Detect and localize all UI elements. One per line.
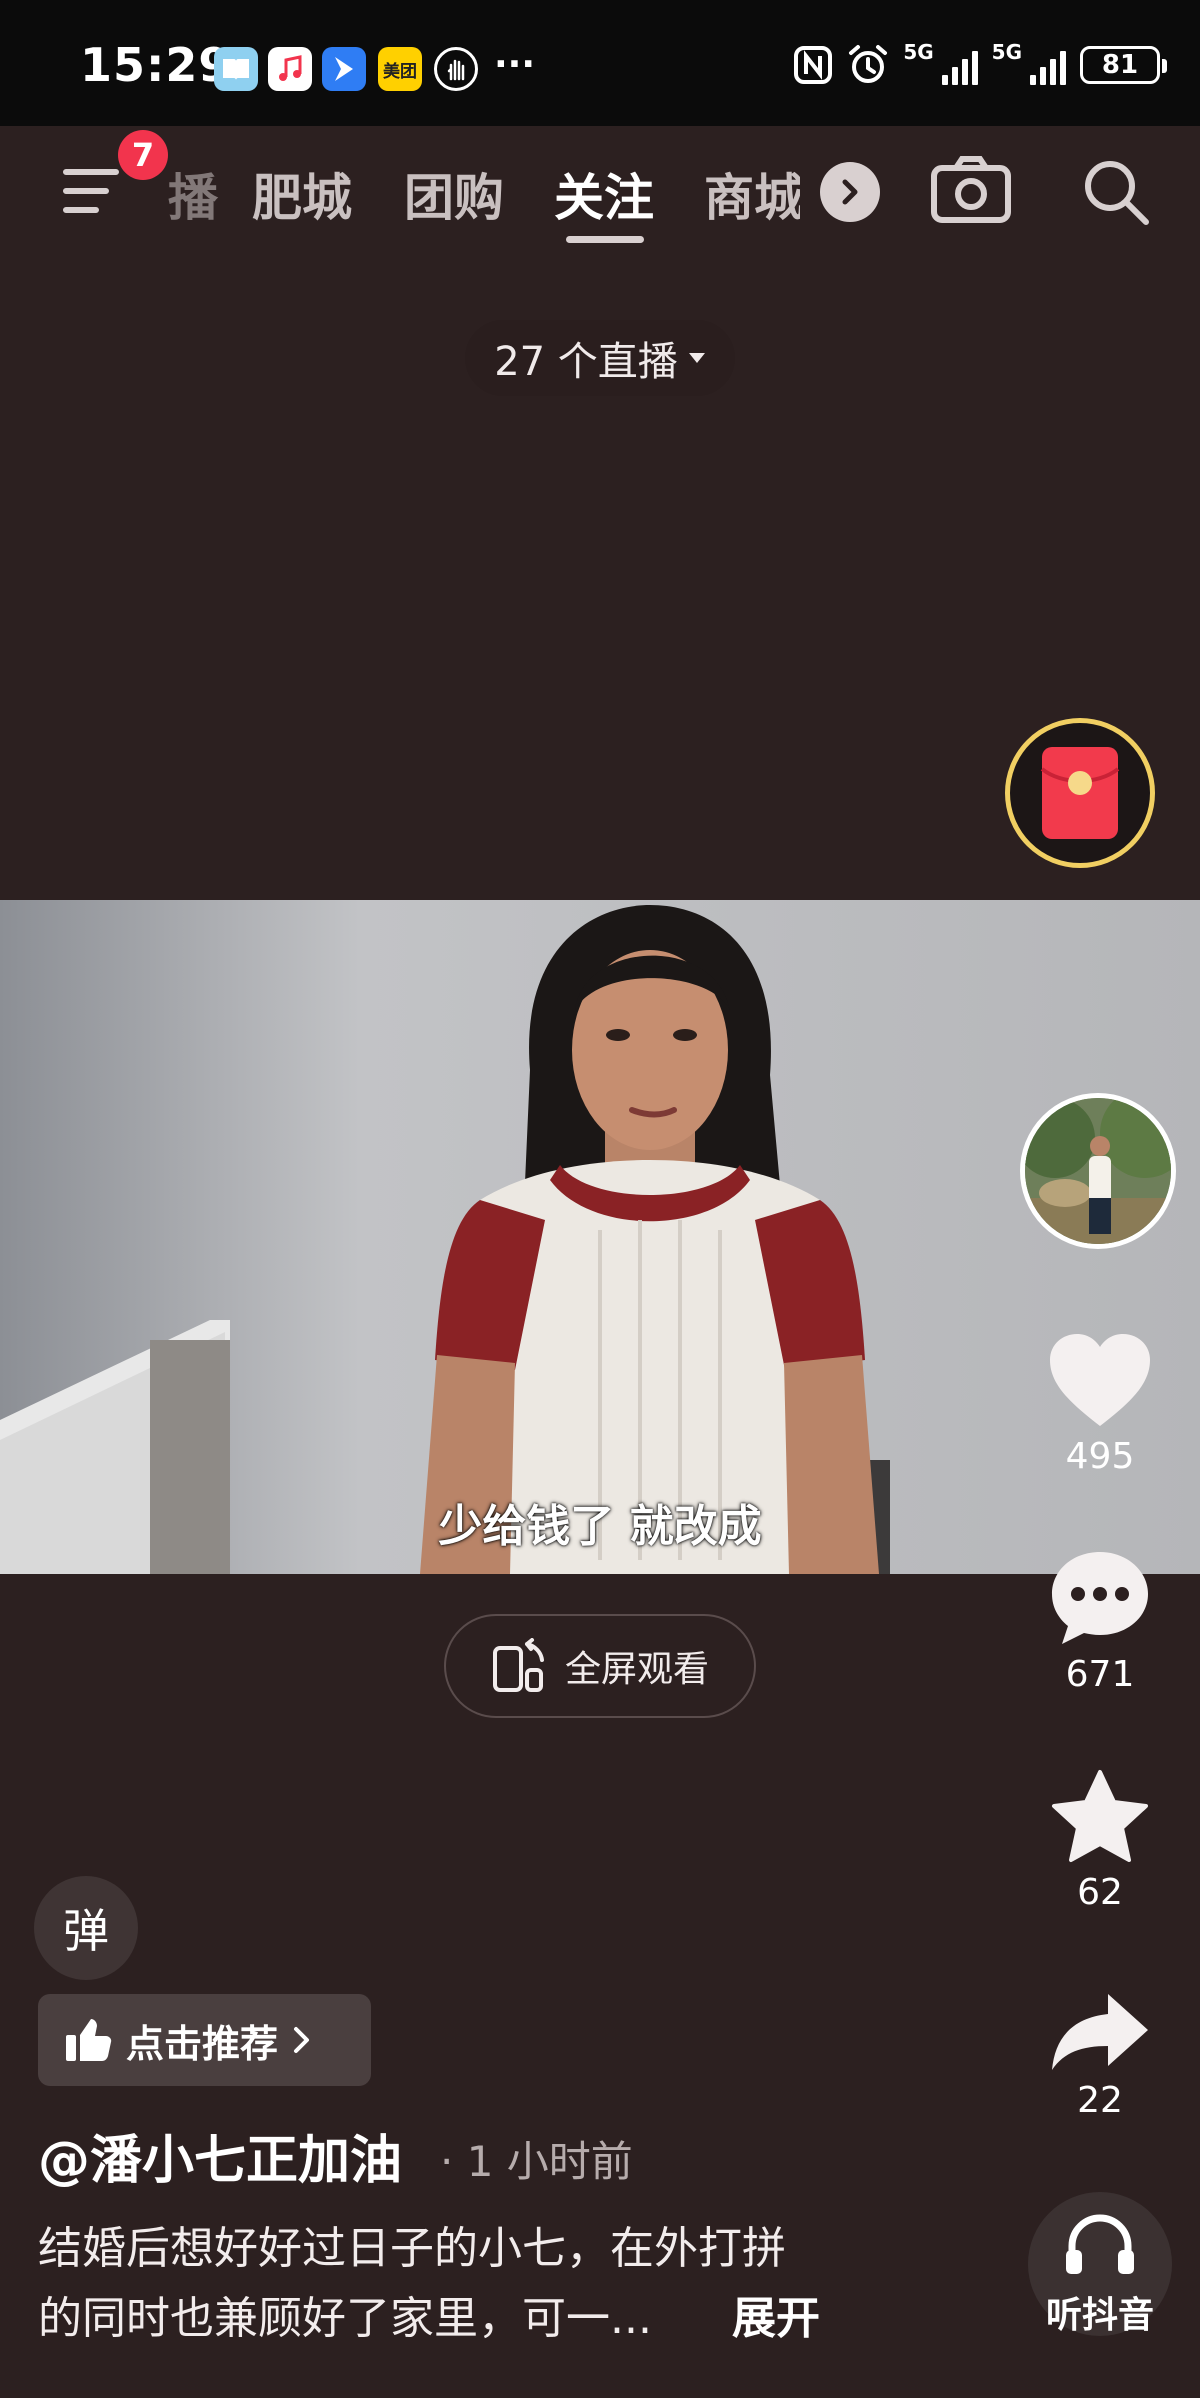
tab-mall[interactable]: 商城 <box>704 158 800 230</box>
share-button[interactable]: 22 <box>1040 1990 1160 2121</box>
live-count-button[interactable]: 27 个直播 <box>465 320 735 396</box>
post-description-line1: 结婚后想好好过日子的小七，在外打拼 <box>38 2223 786 2274</box>
dropdown-caret-icon <box>688 353 705 363</box>
alarm-icon <box>849 45 888 83</box>
nfc-icon <box>794 46 833 84</box>
signal-1-icon <box>941 45 978 85</box>
chevron-right-icon <box>294 2027 310 2053</box>
signal-2-icon <box>1030 45 1066 85</box>
tab-groupbuy[interactable]: 团购 <box>404 158 504 230</box>
more-tabs-chevron-icon[interactable] <box>820 162 880 222</box>
listen-label: 听抖音 <box>1045 2295 1154 2336</box>
like-count: 495 <box>1065 1436 1135 1477</box>
comment-button[interactable]: 671 <box>1040 1548 1160 1695</box>
music-app-icon <box>268 47 312 91</box>
share-icon <box>1052 1994 1148 2070</box>
meituan-app-icon: 美团 <box>378 47 422 91</box>
headphones-icon <box>1066 2214 1134 2274</box>
danmaku-toggle-button[interactable]: 弹 <box>34 1876 138 1980</box>
tab-following[interactable]: 关注 <box>554 158 654 230</box>
fullscreen-label: 全屏观看 <box>564 1649 709 1690</box>
author-avatar[interactable] <box>1020 1093 1176 1249</box>
video-subtitle: 少给钱了 就改成 <box>438 1501 762 1552</box>
status-time: 15:29 <box>80 38 232 92</box>
post-time: · 1 小时前 <box>440 2137 633 2186</box>
red-packet-button[interactable] <box>1005 718 1155 868</box>
more-notifications-icon: ··· <box>494 44 536 85</box>
comment-count: 671 <box>1065 1654 1135 1695</box>
red-packet-icon <box>1040 747 1120 839</box>
live-count-label: 27 个直播 <box>494 339 678 385</box>
favorite-count: 62 <box>1077 1872 1123 1913</box>
video-frame-image <box>0 900 1200 1574</box>
status-indicators: 5G 5G 81 <box>793 40 1167 90</box>
gesture-app-icon <box>434 47 478 91</box>
book-app-icon <box>214 47 258 91</box>
thumbs-up-icon <box>66 2019 112 2061</box>
author-name[interactable]: @潘小七正加油 <box>38 2118 402 2193</box>
expand-button[interactable]: 展开 <box>732 2282 820 2346</box>
network-type-1: 5G <box>903 40 934 64</box>
tab-feicheng[interactable]: 肥城 <box>252 158 352 230</box>
video-player[interactable] <box>0 900 1200 1574</box>
camera-icon[interactable] <box>930 154 1012 230</box>
heart-icon <box>1050 1334 1150 1426</box>
avatar-image <box>1025 1098 1171 1244</box>
post-description-line2: 的同时也兼顾好了家里，可一... <box>38 2293 652 2344</box>
recommend-label: 点击推荐 <box>126 2021 279 2066</box>
favorite-button[interactable]: 62 <box>1040 1768 1160 1913</box>
top-tabs: 播 肥城 团购 关注 商城 <box>0 140 1200 250</box>
active-tab-indicator <box>566 236 644 243</box>
like-button[interactable]: 495 <box>1040 1330 1160 1477</box>
search-icon[interactable] <box>1080 156 1152 232</box>
share-count: 22 <box>1077 2080 1123 2121</box>
comment-icon <box>1052 1552 1148 1644</box>
navigation-app-icon <box>322 47 366 91</box>
danmaku-label: 弹 <box>63 1904 109 1958</box>
battery-icon: 81 <box>1080 46 1167 84</box>
rotate-screen-icon <box>492 1638 544 1692</box>
tab-live[interactable]: 播 <box>168 158 218 230</box>
recommend-button[interactable]: 点击推荐 <box>38 1994 371 2086</box>
star-icon <box>1052 1770 1148 1862</box>
fullscreen-button[interactable]: 全屏观看 <box>444 1614 756 1718</box>
network-type-2: 5G <box>991 40 1022 64</box>
